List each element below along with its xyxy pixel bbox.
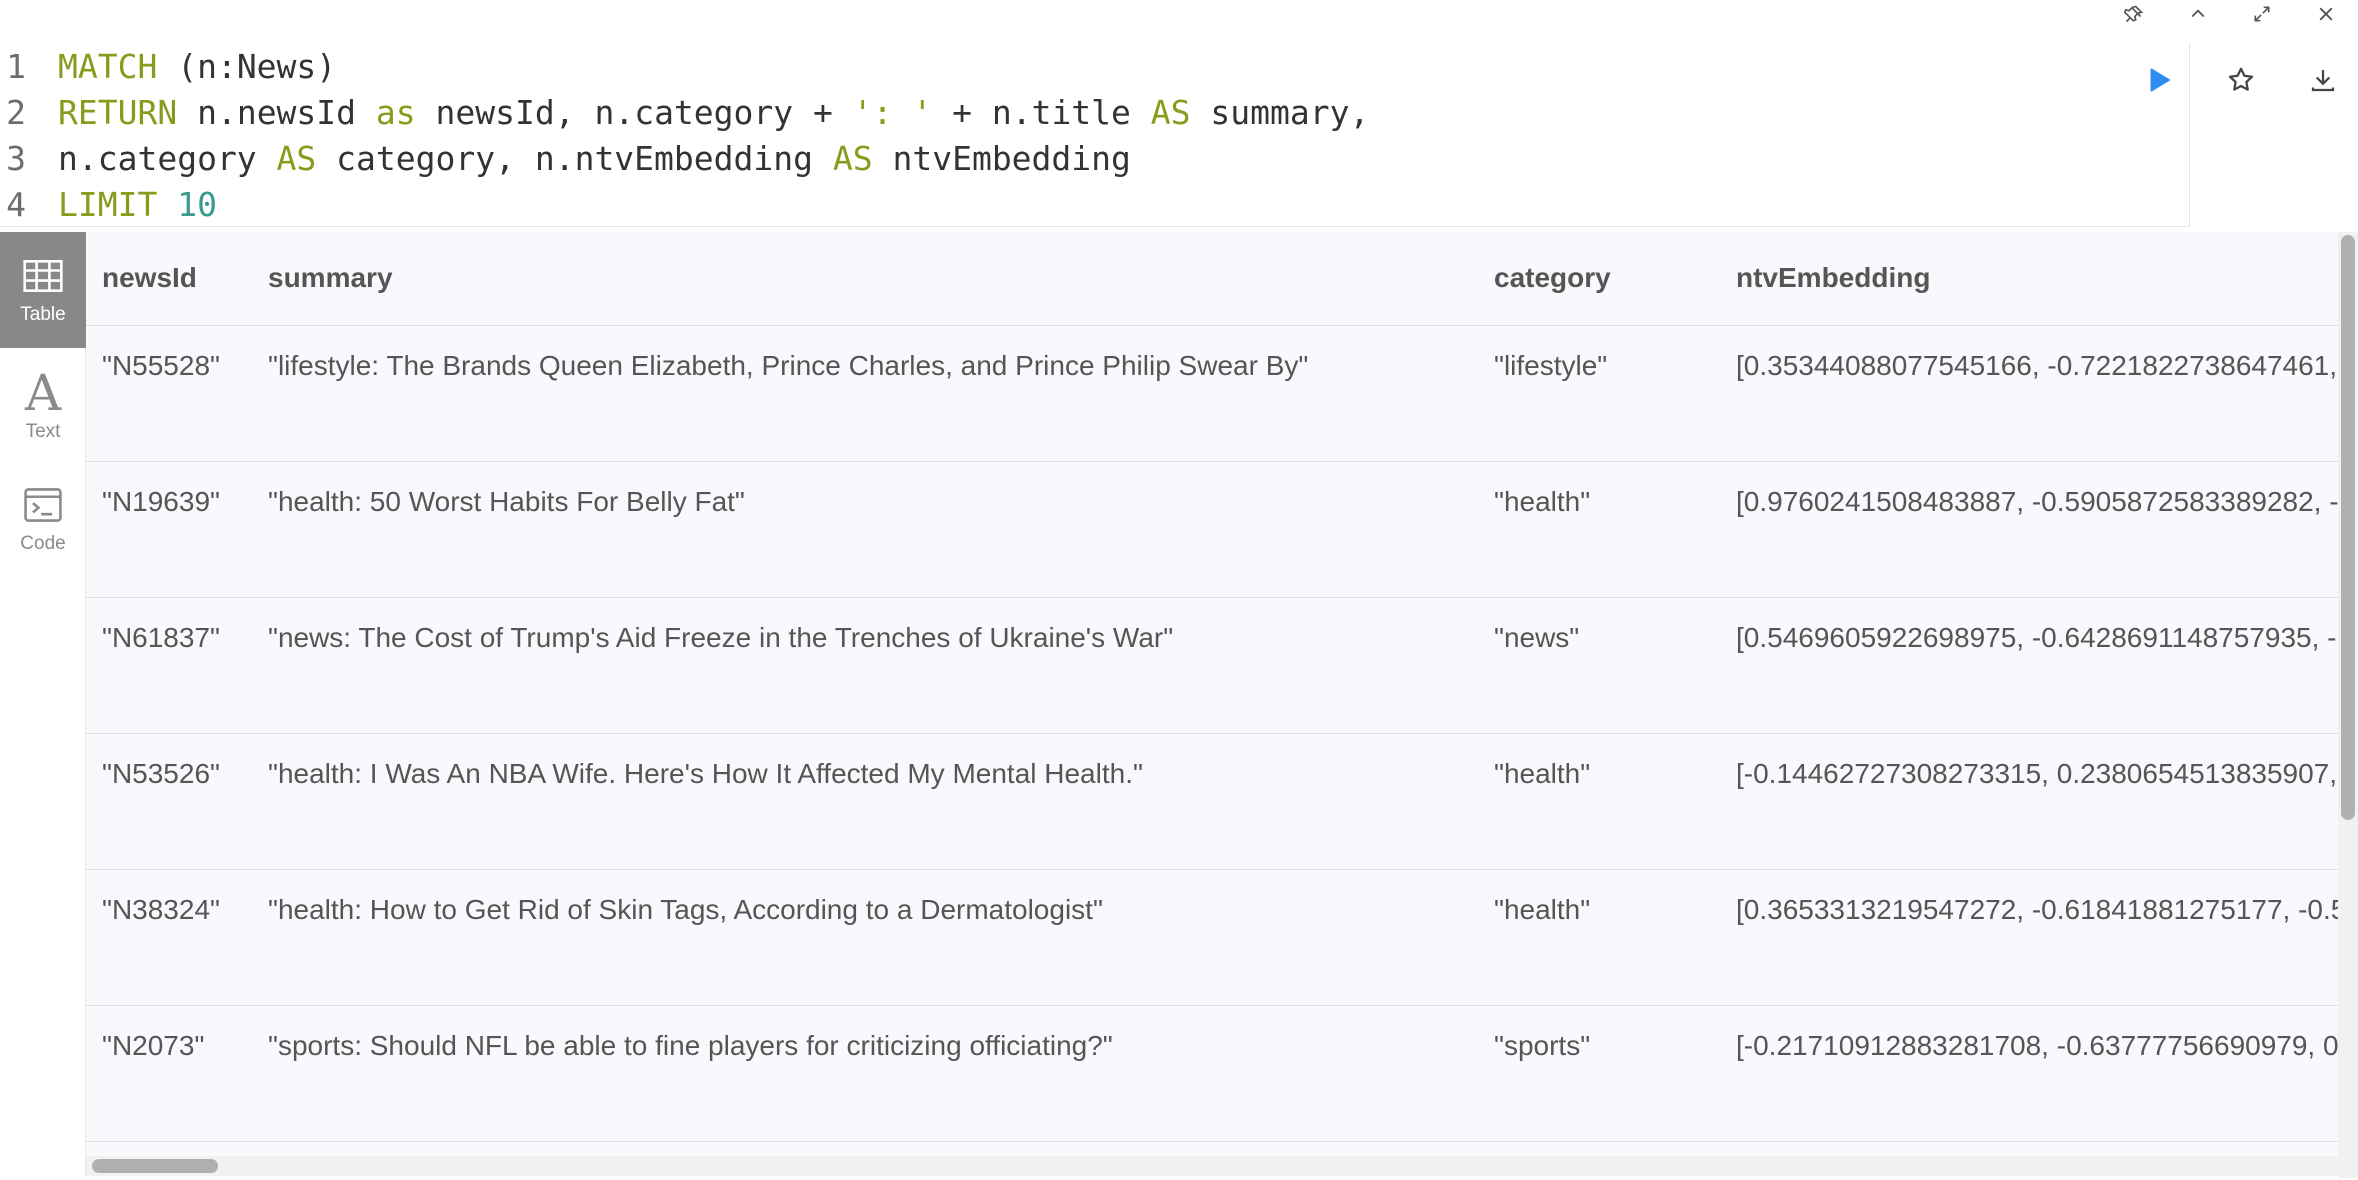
line-number: 1 [6,46,26,86]
table-icon [23,260,63,292]
favorite-button[interactable] [2200,56,2282,104]
table-row: "N55528" "lifestyle: The Brands Queen El… [86,325,2338,462]
expand-icon [2254,6,2270,22]
chevron-up-icon [2191,9,2205,18]
cell-newsid: "N55528" [86,325,252,462]
code-token: n.newsId [177,92,376,132]
download-icon [2311,70,2335,92]
cell-newsid: "N38324" [86,869,252,1006]
vertical-scrollbar[interactable] [2338,232,2358,1178]
code-line: 1 MATCH (n:News) [0,43,336,89]
code-token: category, n.ntvEmbedding [316,138,833,178]
cell-newsid: "N61837" [86,597,252,734]
code-token: newsId, n.category + [415,92,853,132]
cell-embedding: [-0.14462727308273315, 0.238065451383590… [1720,733,2338,870]
cell-category: "news" [1478,597,1720,734]
code-token: ntvEmbedding [872,138,1131,178]
column-header[interactable]: newsId [86,232,252,326]
vertical-scroll-thumb[interactable] [2341,235,2355,820]
horizontal-scroll-thumb[interactable] [92,1159,218,1173]
code-line: 2 RETURN n.newsId as newsId, n.category … [0,89,1369,135]
code-token: 10 [177,184,217,224]
cell-category: "health" [1478,869,1720,1006]
column-header[interactable]: summary [252,232,1478,326]
close-icon [2319,7,2333,21]
cell-summary: "sports: Should NFL be able to fine play… [252,1005,1478,1142]
star-icon [2228,67,2254,91]
view-tab-text[interactable]: A Text [0,348,86,462]
cell-summary: "lifestyle: The Brands Queen Elizabeth, … [252,325,1478,462]
cell-newsid: "N53526" [86,733,252,870]
table-row: "N38324" "health: How to Get Rid of Skin… [86,869,2338,1006]
cell-embedding: [0.9760241508483887, -0.5905872583389282… [1720,461,2338,598]
code-token: as [375,92,416,132]
line-number: 2 [6,92,26,132]
cell-category: "health" [1478,733,1720,870]
line-number: 4 [6,184,26,224]
code-token: AS [276,138,317,178]
cell-newsid: "N2073" [86,1005,252,1142]
pin-button[interactable] [2102,0,2166,28]
fullscreen-button[interactable] [2230,0,2294,28]
cell-category: "health" [1478,461,1720,598]
horizontal-scrollbar[interactable] [86,1156,2338,1176]
code-token: AS [832,138,873,178]
view-tab-label: Table [20,304,66,325]
code-token: ': ' [852,92,933,132]
table-row: "N53526" "health: I Was An NBA Wife. Her… [86,733,2338,870]
run-icon [2150,68,2170,92]
code-icon [24,488,62,522]
table-row: "N19639" "health: 50 Worst Habits For Be… [86,461,2338,598]
code-line: 3 n.category AS category, n.ntvEmbedding… [0,135,1131,181]
result-view-switcher: Table A Text Code [0,232,86,1178]
cell-category: "lifestyle" [1478,325,1720,462]
cell-embedding: [-0.21710912883281708, -0.63777756690979… [1720,1005,2338,1142]
window-controls [2102,0,2358,28]
text-icon: A [24,364,62,422]
column-header[interactable]: category [1478,232,1720,326]
collapse-button[interactable] [2166,0,2230,28]
table-row: "N61837" "news: The Cost of Trump's Aid … [86,597,2338,734]
view-tab-table[interactable]: Table [0,232,86,348]
code-line: 4 LIMIT 10 [0,181,217,227]
table-header-row: newsId summary category ntvEmbedding [86,232,2338,326]
cell-summary: "health: 50 Worst Habits For Belly Fat" [252,461,1478,598]
code-token: RETURN [58,92,178,132]
run-button[interactable] [2118,56,2200,104]
code-token: LIMIT [58,184,158,224]
code-token: summary, [1190,92,1370,132]
results-table-container[interactable]: newsId summary category ntvEmbedding "N5… [86,232,2338,1172]
cell-embedding: [0.3653313219547272, -0.61841881275177, … [1720,869,2338,1006]
cell-summary: "news: The Cost of Trump's Aid Freeze in… [252,597,1478,734]
column-header[interactable]: ntvEmbedding [1720,232,2338,326]
results-table: newsId summary category ntvEmbedding "N5… [86,232,2338,1142]
line-number: 3 [6,138,26,178]
close-button[interactable] [2294,0,2358,28]
code-token: + n.title [932,92,1151,132]
cell-newsid: "N19639" [86,461,252,598]
editor-actions [2118,56,2358,104]
cell-summary: "health: I Was An NBA Wife. Here's How I… [252,733,1478,870]
pin-icon [2124,5,2144,23]
download-button[interactable] [2282,56,2358,104]
cell-summary: "health: How to Get Rid of Skin Tags, Ac… [252,869,1478,1006]
view-tab-label: Code [20,533,66,554]
cell-category: "sports" [1478,1005,1720,1142]
table-row: "N2073" "sports: Should NFL be able to f… [86,1005,2338,1142]
code-token: AS [1150,92,1191,132]
code-token: MATCH [58,46,158,86]
code-token: (n:News) [157,46,337,86]
cell-embedding: [0.5469605922698975, -0.6428691148757935… [1720,597,2338,734]
view-tab-label: Text [25,421,61,442]
cell-embedding: [0.35344088077545166, -0.722182273864746… [1720,325,2338,462]
code-token: n.category [58,138,277,178]
query-editor[interactable]: 1 MATCH (n:News) 2 RETURN n.newsId as ne… [0,43,2190,227]
view-tab-code[interactable]: Code [0,462,86,576]
